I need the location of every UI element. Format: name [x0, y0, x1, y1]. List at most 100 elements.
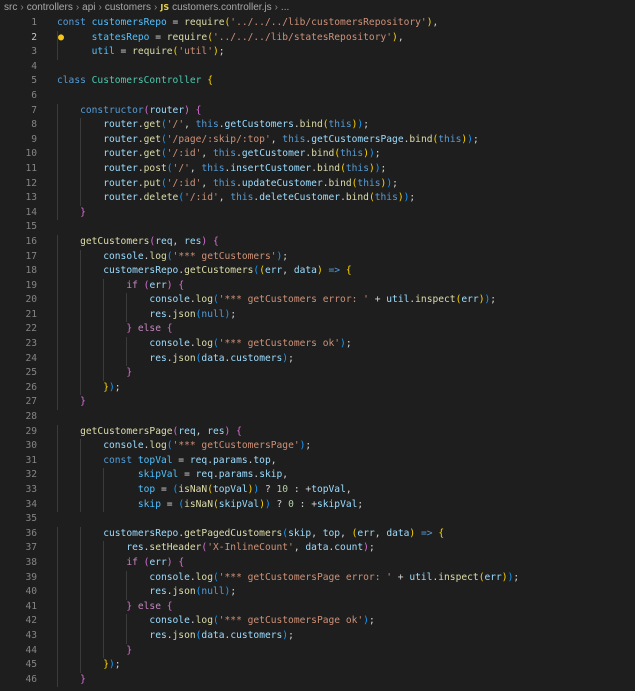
code-token: util: [409, 571, 433, 583]
code-text[interactable]: if (err) {: [57, 279, 184, 294]
code-token: res: [207, 425, 225, 437]
code-line[interactable]: 28: [0, 410, 635, 425]
code-text[interactable]: top = (isNaN(topVal)) ? 10 : +topVal,: [57, 483, 352, 498]
code-line[interactable]: 35: [0, 512, 635, 527]
code-line[interactable]: 2 ● statesRepo = require('../../../lib/st…: [0, 30, 635, 46]
code-text[interactable]: }: [57, 395, 86, 410]
code-text[interactable]: console.log('*** getCustomersPage');: [57, 439, 311, 454]
code-line[interactable]: 13 router.delete('/:id', this.deleteCust…: [0, 191, 635, 206]
code-text[interactable]: res.json(data.customers);: [57, 352, 293, 367]
code-line[interactable]: 25 }: [0, 366, 635, 381]
code-editor[interactable]: src › controllers › api › customers › JS customer…: [0, 0, 635, 691]
code-line[interactable]: 17 console.log('*** getCustomers');: [0, 249, 635, 265]
code-text[interactable]: console.log('*** getCustomers error: ' +…: [57, 293, 496, 308]
code-text[interactable]: router.get('/', this.getCustomers.bind(t…: [57, 118, 369, 133]
code-line[interactable]: 38 if (err) {: [0, 555, 635, 571]
code-line[interactable]: 33 top = (isNaN(topVal)) ? 10 : +topVal,: [0, 483, 635, 498]
code-text[interactable]: res.json(null);: [57, 585, 236, 600]
code-line[interactable]: 43 res.json(data.customers);: [0, 628, 635, 644]
code-line[interactable]: 32 skipVal = req.params.skip,: [0, 468, 635, 483]
code-line[interactable]: 27 }: [0, 395, 635, 411]
code-text[interactable]: } else {: [57, 600, 172, 615]
code-line[interactable]: 1 const customersRepo = require('../../..…: [0, 16, 635, 31]
code-text[interactable]: getCustomersPage(req, res) {: [57, 425, 242, 440]
code-line[interactable]: 18 customersRepo.getCustomers((err, data…: [0, 264, 635, 279]
code-text[interactable]: router.get('/page/:skip/:top', this.getC…: [57, 133, 479, 148]
code-line[interactable]: 24 res.json(data.customers);: [0, 351, 635, 367]
code-text[interactable]: res.setHeader('X-InlineCount', data.coun…: [57, 541, 374, 556]
code-text[interactable]: console.log('*** getCustomers');: [57, 250, 288, 265]
code-text[interactable]: router.get('/:id', this.getCustomer.bind…: [57, 147, 380, 162]
code-line[interactable]: 6: [0, 89, 635, 104]
code-line[interactable]: 9 router.get('/page/:skip/:top', this.ge…: [0, 132, 635, 148]
breadcrumb-item-api[interactable]: api: [82, 2, 95, 13]
code-line[interactable]: 39 console.log('*** getCustomersPage err…: [0, 570, 635, 586]
breadcrumb-item-customers[interactable]: customers: [105, 2, 151, 13]
code-text[interactable]: const customersRepo = require('../../../…: [57, 16, 438, 31]
code-text[interactable]: customersRepo.getPagedCustomers(skip, to…: [57, 527, 444, 542]
code-text[interactable]: }: [57, 366, 132, 381]
code-line[interactable]: 20 console.log('*** getCustomers error: …: [0, 293, 635, 308]
code-text[interactable]: router.delete('/:id', this.deleteCustome…: [57, 191, 415, 206]
code-line[interactable]: 8 router.get('/', this.getCustomers.bind…: [0, 118, 635, 133]
code-line[interactable]: 22 } else {: [0, 322, 635, 338]
code-token: ?: [259, 484, 277, 495]
code-text[interactable]: }: [57, 206, 86, 221]
code-line[interactable]: 30 console.log('*** getCustomersPage');: [0, 439, 635, 454]
code-line[interactable]: 23 console.log('*** getCustomers ok');: [0, 337, 635, 352]
code-line[interactable]: 37 res.setHeader('X-InlineCount', data.c…: [0, 541, 635, 556]
breadcrumb-item-controllers[interactable]: controllers: [27, 2, 73, 13]
code-line[interactable]: 4: [0, 60, 635, 75]
code-text[interactable]: }: [57, 673, 86, 688]
code-text[interactable]: });: [57, 658, 120, 673]
code-line[interactable]: 31 const topVal = req.params.top,: [0, 453, 635, 469]
code-line[interactable]: 11 router.post('/', this.insertCustomer.…: [0, 161, 635, 177]
code-line[interactable]: 29 getCustomersPage(req, res) {: [0, 424, 635, 440]
code-line[interactable]: 46 }: [0, 672, 635, 688]
breadcrumb-item-symbol[interactable]: ...: [281, 2, 289, 13]
code-lines[interactable]: 1 const customersRepo = require('../../..…: [0, 16, 635, 688]
code-line[interactable]: 19 if (err) {: [0, 278, 635, 294]
code-line[interactable]: 36 customersRepo.getPagedCustomers(skip,…: [0, 526, 635, 542]
code-text[interactable]: res.json(data.customers);: [57, 629, 293, 644]
code-line[interactable]: 14 }: [0, 205, 635, 221]
code-line[interactable]: 15: [0, 220, 635, 235]
code-text[interactable]: getCustomers(req, res) {: [57, 235, 219, 250]
code-line[interactable]: 26 });: [0, 380, 635, 396]
code-line[interactable]: 12 router.put('/:id', this.updateCustome…: [0, 176, 635, 192]
code-text[interactable]: }: [57, 644, 132, 659]
code-line[interactable]: 34 skip = (isNaN(skipVal)) ? 0 : +skipVa…: [0, 497, 635, 513]
code-text[interactable]: router.put('/:id', this.updateCustomer.b…: [57, 177, 398, 192]
code-text[interactable]: constructor(router) {: [57, 104, 201, 119]
breadcrumb-item-src[interactable]: src: [4, 2, 17, 13]
code-line[interactable]: 41 } else {: [0, 599, 635, 615]
code-text[interactable]: const topVal = req.params.top,: [57, 454, 276, 469]
breadcrumb-item-file[interactable]: customers.controller.js: [172, 2, 271, 13]
code-line[interactable]: 3 util = require('util');: [0, 45, 635, 60]
code-line[interactable]: 16 getCustomers(req, res) {: [0, 234, 635, 250]
code-text[interactable]: if (err) {: [57, 556, 184, 571]
code-text[interactable]: res.json(null);: [57, 308, 236, 323]
code-line[interactable]: 45 });: [0, 658, 635, 673]
code-text[interactable]: console.log('*** getCustomers ok');: [57, 337, 351, 352]
code-text[interactable]: router.post('/', this.insertCustomer.bin…: [57, 162, 386, 177]
code-text[interactable]: console.log('*** getCustomersPage ok');: [57, 614, 374, 629]
code-line[interactable]: 21 res.json(null);: [0, 307, 635, 323]
code-line[interactable]: 5 class CustomersController {: [0, 74, 635, 89]
code-line[interactable]: 7 constructor(router) {: [0, 103, 635, 119]
code-text[interactable]: class CustomersController {: [57, 74, 213, 89]
code-text[interactable]: skipVal = req.params.skip,: [57, 468, 288, 483]
code-token: '/:id': [184, 192, 219, 204]
code-line[interactable]: 10 router.get('/:id', this.getCustomer.b…: [0, 147, 635, 162]
code-line[interactable]: 44 }: [0, 643, 635, 659]
code-text[interactable]: util = require('util');: [57, 45, 225, 60]
code-text[interactable]: } else {: [57, 322, 172, 337]
code-text[interactable]: });: [57, 381, 120, 396]
code-line[interactable]: 40 res.json(null);: [0, 585, 635, 600]
code-line[interactable]: 42 console.log('*** getCustomersPage ok'…: [0, 614, 635, 629]
code-text[interactable]: statesRepo = require('../../../lib/state…: [57, 31, 404, 46]
code-text[interactable]: customersRepo.getCustomers((err, data) =…: [57, 264, 351, 279]
code-text[interactable]: console.log('*** getCustomersPage error:…: [57, 571, 519, 586]
code-text[interactable]: skip = (isNaN(skipVal)) ? 0 : +skipVal;: [57, 498, 363, 513]
